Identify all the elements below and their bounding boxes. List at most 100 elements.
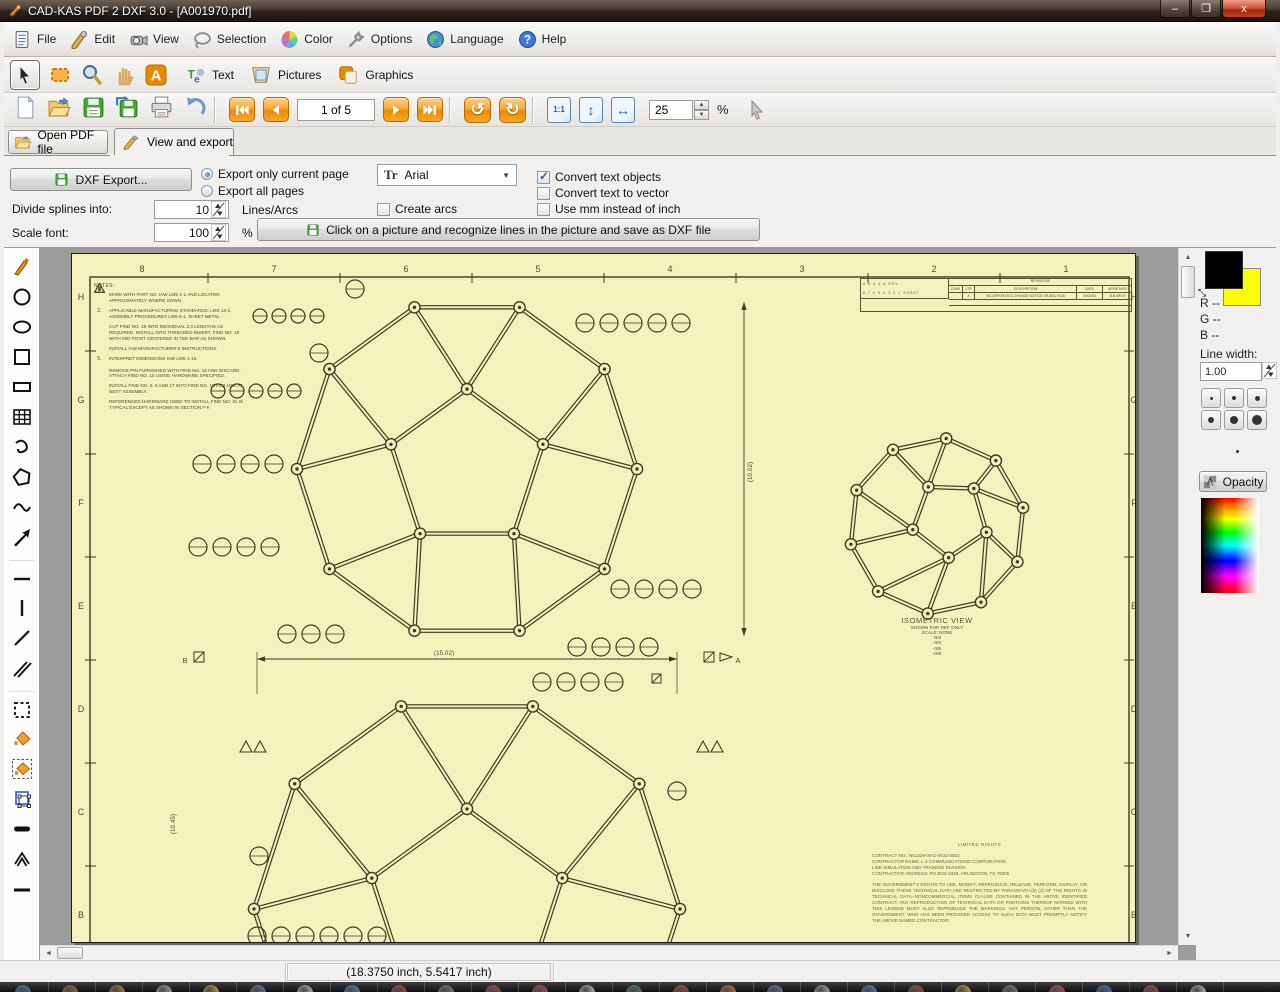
tab-view-and-export[interactable]: View and export: [114, 128, 234, 155]
swap-colors-icon[interactable]: ⤡: [1198, 288, 1206, 299]
restore-button[interactable]: ❐: [1191, 0, 1221, 18]
checkbox-create-arcs[interactable]: Create arcs: [377, 202, 457, 216]
zoom-original-button[interactable]: 1:1: [547, 97, 571, 123]
taskbar-item[interactable]: [1190, 985, 1206, 992]
menu-item-file[interactable]: File: [8, 27, 65, 52]
divide-splines-spinner[interactable]: [211, 201, 226, 218]
menu-item-selection[interactable]: Selection: [188, 27, 275, 52]
taskbar-item[interactable]: [767, 985, 783, 992]
thick-line-tool-button[interactable]: [9, 816, 35, 842]
radio-current-icon[interactable]: [201, 168, 213, 180]
checkbox-create-arcs-icon[interactable]: [377, 203, 390, 216]
recognize-lines-button[interactable]: Click on a picture and recognize lines i…: [257, 218, 760, 241]
line-width-preset-4[interactable]: [1201, 410, 1221, 430]
vline-tool-button[interactable]: [9, 595, 35, 621]
hline-tool-button[interactable]: [9, 560, 35, 591]
line-width-preset-6[interactable]: [1247, 410, 1267, 430]
pictures-button[interactable]: Pictures: [250, 64, 321, 86]
checkbox-text-vector-icon[interactable]: [537, 187, 550, 200]
menu-item-edit[interactable]: Edit: [65, 27, 124, 52]
scroll-up-icon[interactable]: ▲: [1181, 250, 1195, 264]
taskbar-item[interactable]: [438, 985, 454, 992]
page-indicator[interactable]: 1 of 5: [297, 99, 375, 121]
select-tool-button[interactable]: [10, 60, 40, 90]
line-width-preset-1[interactable]: [1201, 388, 1221, 408]
checkbox-convert-text-vector[interactable]: Convert text to vector: [537, 186, 669, 200]
opacity-button[interactable]: Opacity: [1199, 471, 1267, 492]
fill-region-tool-button[interactable]: [9, 756, 35, 782]
brush-tool-button[interactable]: [9, 254, 35, 280]
taskbar-item[interactable]: [955, 985, 971, 992]
foreground-color-swatch[interactable]: [1205, 251, 1243, 289]
vertical-scroll-thumb[interactable]: [1181, 266, 1195, 298]
polygon-tool-button[interactable]: [9, 464, 35, 490]
zoom-input[interactable]: 25: [649, 100, 693, 120]
fit-width-button[interactable]: ↔: [611, 97, 635, 123]
taskbar-item[interactable]: [1049, 985, 1065, 992]
taskbar-item[interactable]: [156, 985, 172, 992]
rectangle-tool-button[interactable]: [9, 344, 35, 370]
taskbar-item[interactable]: [532, 985, 548, 992]
close-button[interactable]: x: [1222, 0, 1266, 18]
taskbar-item[interactable]: [391, 985, 407, 992]
rotate-ccw-button[interactable]: ↺: [464, 97, 491, 123]
windows-taskbar[interactable]: [0, 982, 1280, 992]
line-width-preset-3[interactable]: [1247, 388, 1267, 408]
menu-item-help[interactable]: ?Help: [513, 27, 576, 52]
menu-item-options[interactable]: Options: [342, 27, 421, 52]
print-button[interactable]: [149, 95, 174, 125]
scroll-left-icon[interactable]: ◄: [42, 947, 55, 960]
checkbox-text-objects-icon[interactable]: [537, 171, 550, 184]
horizontal-scrollbar[interactable]: ◄ ►: [40, 945, 1178, 960]
text-objects-button[interactable]: Te Text: [184, 64, 234, 86]
dxf-export-button[interactable]: DXF Export...: [10, 168, 192, 191]
chevron-tool-button[interactable]: [9, 846, 35, 872]
curve-tool-button[interactable]: [9, 434, 35, 460]
taskbar-item[interactable]: [297, 985, 313, 992]
taskbar-item[interactable]: [720, 985, 736, 992]
checkbox-use-mm[interactable]: Use mm instead of inch: [537, 202, 680, 216]
ellipse-tool-button[interactable]: [9, 314, 35, 340]
radio-all-icon[interactable]: [201, 185, 213, 197]
zoom-spinner[interactable]: ▲▼: [694, 100, 709, 120]
wave-tool-button[interactable]: [9, 494, 35, 520]
pointer-mode-button[interactable]: [745, 98, 769, 122]
menu-item-language[interactable]: Language: [421, 27, 512, 52]
pan-tool-button[interactable]: [112, 63, 136, 87]
taskbar-item[interactable]: [579, 985, 595, 992]
pdf-page[interactable]: 87654321HHGGFFEEDDCCBB(10.02)(15.02)(10.…: [71, 253, 1136, 943]
line-width-preset-2[interactable]: [1224, 388, 1244, 408]
rotate-cw-button[interactable]: ↻: [499, 97, 526, 123]
taskbar-item[interactable]: [1096, 985, 1112, 992]
fill-tool-button[interactable]: [9, 726, 35, 752]
taskbar-item[interactable]: [109, 985, 125, 992]
fit-height-button[interactable]: ↕: [579, 97, 603, 123]
flat-rectangle-tool-button[interactable]: [9, 374, 35, 400]
zoom-down-icon[interactable]: ▼: [694, 110, 709, 120]
scroll-right-icon[interactable]: ►: [1163, 947, 1176, 960]
taskbar-item[interactable]: [1143, 985, 1159, 992]
checkbox-use-mm-icon[interactable]: [537, 203, 550, 216]
line-width-input[interactable]: 1.00: [1200, 362, 1262, 381]
vertical-scrollbar[interactable]: ▲ ▼: [1178, 248, 1196, 945]
taskbar-item[interactable]: [344, 985, 360, 992]
double-line-tool-button[interactable]: [9, 655, 35, 681]
transform-tool-button[interactable]: [9, 786, 35, 812]
zoom-tool-button[interactable]: [80, 63, 104, 87]
minimize-button[interactable]: –: [1160, 0, 1190, 18]
taskbar-item[interactable]: [1002, 985, 1018, 992]
taskbar-item[interactable]: [485, 985, 501, 992]
new-page-button[interactable]: [13, 95, 38, 125]
taskbar-item[interactable]: [814, 985, 830, 992]
divide-splines-input[interactable]: 10: [154, 200, 229, 219]
horizontal-scroll-thumb[interactable]: [57, 947, 83, 959]
arrow-tool-button[interactable]: [9, 524, 35, 550]
text-box-tool-button[interactable]: A: [144, 63, 168, 87]
taskbar-item[interactable]: [908, 985, 924, 992]
circle-tool-button[interactable]: [9, 284, 35, 310]
document-canvas[interactable]: 87654321HHGGFFEEDDCCBB(10.02)(15.02)(10.…: [40, 248, 1178, 945]
line-width-preset-5[interactable]: [1224, 410, 1244, 430]
taskbar-item[interactable]: [203, 985, 219, 992]
grid-tool-button[interactable]: [9, 404, 35, 430]
save-button[interactable]: [81, 95, 106, 125]
